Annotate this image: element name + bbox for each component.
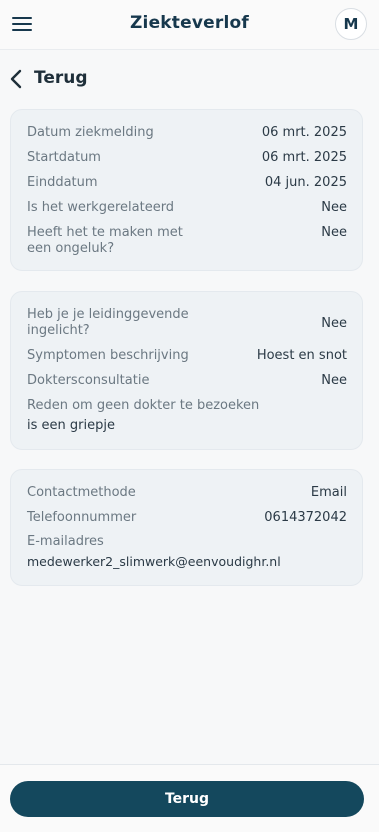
detail-label: Datum ziekmelding xyxy=(27,125,154,140)
detail-value: Hoest en snot xyxy=(256,348,347,363)
detail-value: Email xyxy=(310,485,347,500)
page-title: Ziekteverlof xyxy=(130,13,249,33)
detail-value: Nee xyxy=(321,316,347,331)
detail-row-start-date: Startdatum 06 mrt. 2025 xyxy=(27,150,347,166)
contact-card: Contactmethode Email Telefoonnummer 0614… xyxy=(10,469,363,586)
detail-value: is een griepje xyxy=(27,418,115,433)
detail-label: Reden om geen dokter te bezoeken xyxy=(27,398,260,413)
detail-label: Startdatum xyxy=(27,150,101,165)
detail-value: 06 mrt. 2025 xyxy=(261,125,347,140)
detail-row-reported-date: Datum ziekmelding 06 mrt. 2025 xyxy=(27,125,347,141)
detail-row-phone: Telefoonnummer 0614372042 xyxy=(27,510,347,526)
detail-row-work-related: Is het werkgerelateerd Nee xyxy=(27,200,347,216)
detail-row-no-doctor-reason: Reden om geen dokter te bezoeken is een … xyxy=(27,398,347,434)
detail-row-email: E-mailadres medewerker2_slimwerk@eenvoud… xyxy=(27,534,347,570)
detail-label: Telefoonnummer xyxy=(27,510,137,525)
detail-label: Doktersconsultatie xyxy=(27,373,150,388)
back-label: Terug xyxy=(34,68,88,88)
back-button[interactable]: Terug xyxy=(10,781,364,817)
detail-value: 06 mrt. 2025 xyxy=(261,150,347,165)
detail-label: Symptomen beschrijving xyxy=(27,348,189,363)
detail-row-manager-informed: Heb je je leidinggevende ingelicht? Nee xyxy=(27,307,347,339)
detail-label: Contactmethode xyxy=(27,485,136,500)
detail-value: Nee xyxy=(321,225,347,240)
detail-label: Heb je je leidinggevende ingelicht? xyxy=(27,307,189,338)
detail-row-contact-method: Contactmethode Email xyxy=(27,485,347,501)
chevron-left-icon xyxy=(10,69,22,89)
top-bar: Ziekteverlof M xyxy=(0,0,379,50)
detail-row-accident: Heeft het te maken met een ongeluk? Nee xyxy=(27,225,347,257)
sick-leave-details-card: Datum ziekmelding 06 mrt. 2025 Startdatu… xyxy=(10,109,363,271)
detail-row-end-date: Einddatum 04 jun. 2025 xyxy=(27,175,347,191)
avatar[interactable]: M xyxy=(335,8,367,40)
detail-value: Nee xyxy=(321,200,347,215)
detail-value: 04 jun. 2025 xyxy=(264,175,347,190)
detail-row-doctor-consultation: Doktersconsultatie Nee xyxy=(27,373,347,389)
detail-label: Einddatum xyxy=(27,175,98,190)
detail-label: Heeft het te maken met een ongeluk? xyxy=(27,225,183,256)
symptoms-card: Heb je je leidinggevende ingelicht? Nee … xyxy=(10,291,363,450)
detail-value: 0614372042 xyxy=(264,510,347,525)
detail-label: Is het werkgerelateerd xyxy=(27,200,175,215)
detail-row-symptoms: Symptomen beschrijving Hoest en snot xyxy=(27,348,347,364)
detail-label: E-mailadres xyxy=(27,534,104,549)
detail-value: Nee xyxy=(321,373,347,388)
detail-value: medewerker2_slimwerk@eenvoudighr.nl xyxy=(27,554,281,569)
